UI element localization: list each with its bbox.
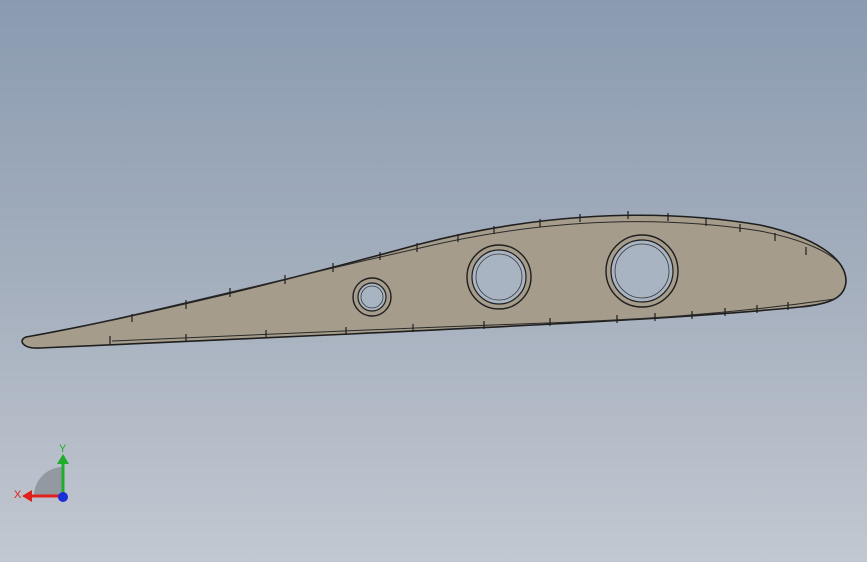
rib-face[interactable] — [21, 214, 847, 349]
x-axis-label: X — [14, 489, 22, 501]
airfoil-rib-model[interactable] — [0, 0, 867, 562]
graphics-viewport[interactable]: Y X — [0, 0, 867, 562]
y-axis-arrow — [57, 454, 69, 464]
hole-large[interactable] — [605, 234, 679, 308]
y-axis-label: Y — [59, 443, 67, 455]
hole-small[interactable] — [352, 277, 392, 317]
z-axis — [58, 492, 68, 502]
hole-medium[interactable] — [466, 244, 532, 310]
triad-plane-shade — [34, 467, 63, 496]
reference-triad: Y X — [14, 443, 69, 502]
x-axis-arrow — [22, 490, 32, 502]
